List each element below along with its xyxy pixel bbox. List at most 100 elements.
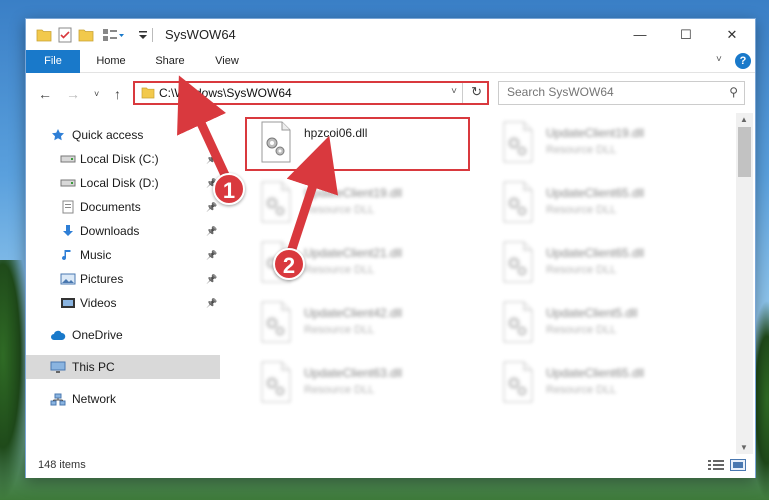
title-bar: SysWOW64 — ☐ ✕	[26, 19, 755, 50]
nav-item-local-disk-d[interactable]: Local Disk (D:) 📌	[26, 171, 220, 195]
file-type: Resource DLL	[546, 324, 617, 336]
scroll-up-icon[interactable]: ▲	[740, 115, 748, 124]
recent-locations-icon[interactable]: ˅	[94, 89, 99, 99]
new-folder-icon[interactable]	[78, 26, 94, 44]
window-title: SysWOW64	[165, 27, 236, 42]
maximize-button[interactable]: ☐	[663, 19, 709, 50]
documents-icon	[60, 200, 76, 214]
nav-item-local-disk-c[interactable]: Local Disk (C:) 📌	[26, 147, 220, 171]
nav-item-label: Documents	[80, 200, 141, 214]
scroll-down-icon[interactable]: ▼	[740, 443, 748, 452]
file-name: UpdateClient65.dll	[546, 366, 645, 380]
file-item[interactable]: UpdateClient42.dll Resource DLL	[247, 299, 477, 349]
file-name: UpdateClient42.dll	[304, 306, 403, 320]
file-type: Resource DLL	[546, 384, 617, 396]
file-name: UpdateClient65.dll	[546, 186, 645, 200]
nav-item-label: Videos	[80, 296, 117, 310]
dll-file-icon	[501, 361, 535, 403]
back-arrow-icon[interactable]: ←	[38, 86, 52, 102]
file-name: UpdateClient5.dll	[546, 306, 638, 320]
navigation-pane: Quick access Local Disk (C:) 📌 Local Disk (…	[26, 113, 222, 454]
up-arrow-icon[interactable]: ↑	[114, 86, 121, 102]
file-type: Resource DLL	[546, 264, 617, 276]
forward-arrow-icon[interactable]: →	[66, 86, 80, 102]
address-bar[interactable]: C:\Windows\SysWOW64 ˅ ↻	[133, 81, 489, 105]
ribbon-tabs: File Home Share View ˅ ?	[26, 50, 755, 73]
nav-item-label: OneDrive	[72, 328, 123, 342]
status-bar: 148 items	[26, 454, 755, 478]
expand-ribbon-icon[interactable]: ˅	[716, 54, 722, 65]
minimize-button[interactable]: —	[617, 19, 663, 50]
address-separator	[462, 83, 463, 103]
file-type: Resource DLL	[304, 384, 375, 396]
dll-file-icon	[501, 301, 535, 343]
pin-icon[interactable]: 📌	[206, 202, 217, 213]
nav-item-label: Local Disk (C:)	[80, 152, 159, 166]
file-item[interactable]: UpdateClient65.dll Resource DLL	[489, 359, 719, 409]
file-item[interactable]: UpdateClient19.dll Resource DLL	[247, 179, 477, 229]
nav-item-this-pc[interactable]: This PC	[26, 355, 220, 379]
dll-file-icon	[259, 361, 293, 403]
nav-item-documents[interactable]: Documents 📌	[26, 195, 220, 219]
tab-share[interactable]: Share	[147, 50, 193, 73]
file-name: UpdateClient63.dll	[304, 366, 403, 380]
file-type: Resource DLL	[304, 264, 375, 276]
tab-home[interactable]: Home	[88, 50, 134, 73]
tab-view[interactable]: View	[204, 50, 250, 73]
target-file-highlight	[245, 117, 470, 171]
navigation-bar: ← → ˅ ↑ C:\Windows\SysWOW64 ˅ ↻ ⚲	[26, 73, 755, 113]
nav-item-network[interactable]: Network	[26, 387, 220, 411]
dll-file-icon	[259, 181, 293, 223]
pin-icon[interactable]: 📌	[206, 250, 217, 261]
address-dropdown-icon[interactable]: ˅	[451, 86, 457, 97]
file-type: Resource DLL	[546, 204, 617, 216]
step-1-badge: 1	[213, 173, 245, 205]
view-options-icon[interactable]	[102, 26, 124, 44]
file-item[interactable]: UpdateClient65.dll Resource DLL	[489, 239, 719, 289]
large-icons-view-icon[interactable]	[730, 459, 746, 474]
file-item[interactable]: UpdateClient5.dll Resource DLL	[489, 299, 719, 349]
address-folder-icon	[141, 86, 155, 102]
dll-file-icon	[501, 121, 535, 163]
close-button[interactable]: ✕	[709, 19, 755, 50]
nav-item-videos[interactable]: Videos 📌	[26, 291, 220, 315]
tab-file[interactable]: File	[26, 50, 80, 73]
network-icon	[50, 392, 66, 406]
file-item[interactable]: UpdateClient65.dll Resource DLL	[489, 179, 719, 229]
nav-item-label: Local Disk (D:)	[80, 176, 159, 190]
help-button[interactable]: ?	[735, 53, 751, 69]
pictures-icon	[60, 272, 76, 286]
folder-icon[interactable]	[36, 26, 52, 44]
pin-icon[interactable]: 📌	[206, 154, 217, 165]
pin-icon[interactable]: 📌	[206, 226, 217, 237]
file-type: Resource DLL	[304, 204, 375, 216]
search-input[interactable]	[507, 85, 707, 99]
nav-item-onedrive[interactable]: OneDrive	[26, 323, 220, 347]
customize-toolbar-icon[interactable]	[138, 26, 148, 44]
scroll-thumb[interactable]	[738, 127, 751, 177]
properties-icon[interactable]	[58, 26, 72, 44]
file-name: UpdateClient19.dll	[304, 186, 403, 200]
search-icon[interactable]: ⚲	[729, 85, 738, 99]
dll-file-icon	[259, 301, 293, 343]
nav-item-downloads[interactable]: Downloads 📌	[26, 219, 220, 243]
nav-item-quick-access[interactable]: Quick access	[26, 123, 220, 147]
file-list: hpzcoi06.dll UpdateClient19.dll Resource D…	[232, 113, 736, 454]
address-path[interactable]: C:\Windows\SysWOW64	[159, 86, 292, 100]
nav-item-label: Downloads	[80, 224, 140, 238]
pin-icon[interactable]: 📌	[206, 298, 217, 309]
details-view-icon[interactable]	[708, 459, 724, 474]
nav-item-label: Pictures	[80, 272, 124, 286]
nav-item-pictures[interactable]: Pictures 📌	[26, 267, 220, 291]
file-item[interactable]: UpdateClient63.dll Resource DLL	[247, 359, 477, 409]
file-item[interactable]: UpdateClient19.dll Resource DLL	[489, 119, 719, 169]
drive-icon	[60, 152, 76, 166]
vertical-scrollbar[interactable]: ▲ ▼	[736, 113, 753, 454]
nav-item-music[interactable]: Music 📌	[26, 243, 220, 267]
videos-icon	[60, 296, 76, 310]
computer-icon	[50, 360, 66, 374]
download-icon	[60, 224, 76, 238]
search-box[interactable]: ⚲	[498, 81, 745, 105]
refresh-icon[interactable]: ↻	[471, 84, 482, 100]
pin-icon[interactable]: 📌	[206, 274, 217, 285]
